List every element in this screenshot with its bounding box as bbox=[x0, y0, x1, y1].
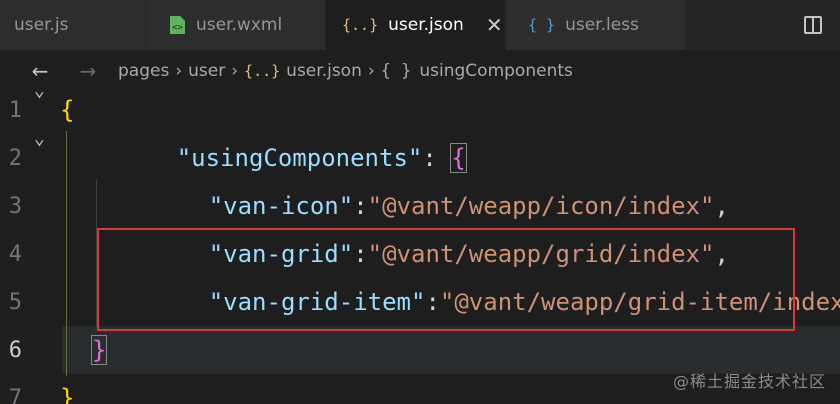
breadcrumb-item-user[interactable]: user bbox=[188, 61, 225, 81]
line-number: 2 bbox=[8, 145, 22, 171]
json-file-icon: {..} bbox=[342, 16, 379, 34]
highlight-annotation-box bbox=[97, 228, 795, 331]
line-number: 4 bbox=[8, 241, 22, 267]
tab-user-wxml[interactable]: <> user.wxml bbox=[146, 0, 326, 50]
code-editor[interactable]: 1 ⌄ { 2 ⌄ "usingComponents": { 3 "van-ic… bbox=[0, 80, 840, 404]
object-braces-icon: { } bbox=[380, 61, 412, 81]
tab-user-json[interactable]: {..} user.json ✕ bbox=[326, 0, 506, 50]
tab-label: user.json bbox=[388, 15, 464, 35]
svg-text:<>: <> bbox=[172, 23, 183, 33]
less-braces-icon: { } bbox=[528, 16, 556, 34]
breadcrumb-item-symbol[interactable]: usingComponents bbox=[419, 61, 572, 81]
tab-label: user.js bbox=[14, 15, 69, 35]
breadcrumb-separator: › bbox=[175, 61, 183, 81]
line-number: 6 bbox=[8, 337, 22, 363]
breadcrumb-separator: › bbox=[231, 61, 239, 81]
breadcrumb-item-file[interactable]: user.json bbox=[286, 61, 362, 81]
code-line[interactable]: 6 } bbox=[0, 326, 840, 374]
close-brace: } bbox=[90, 335, 108, 365]
line-number: 5 bbox=[8, 289, 22, 315]
tab-label: user.wxml bbox=[196, 15, 283, 35]
line-number: 7 bbox=[8, 385, 22, 404]
watermark: @稀土掘金技术社区 bbox=[672, 372, 826, 391]
breadcrumb: ← → pages › user › {..} user.json › { } … bbox=[0, 51, 840, 91]
line-number: 3 bbox=[8, 193, 22, 219]
close-icon[interactable]: ✕ bbox=[486, 13, 503, 37]
close-brace: } bbox=[60, 384, 75, 404]
breadcrumb-separator: › bbox=[367, 61, 375, 81]
split-editor-icon[interactable] bbox=[804, 16, 822, 34]
breadcrumb-item-pages[interactable]: pages bbox=[118, 61, 169, 81]
forward-arrow-icon[interactable]: → bbox=[74, 59, 102, 83]
json-file-icon: {..} bbox=[244, 62, 281, 80]
open-brace: { bbox=[60, 96, 75, 124]
tab-user-less[interactable]: { } user.less bbox=[506, 0, 686, 50]
fold-chevron-icon[interactable]: ⌄ bbox=[34, 128, 45, 149]
tab-user-js[interactable]: user.js bbox=[0, 0, 146, 50]
editor-tab-bar: user.js <> user.wxml {..} user.json ✕ { … bbox=[0, 0, 840, 50]
wxml-file-icon: <> bbox=[168, 15, 186, 35]
line-number: 1 bbox=[8, 97, 22, 123]
tab-label: user.less bbox=[565, 15, 639, 35]
fold-chevron-icon[interactable]: ⌄ bbox=[34, 80, 45, 101]
